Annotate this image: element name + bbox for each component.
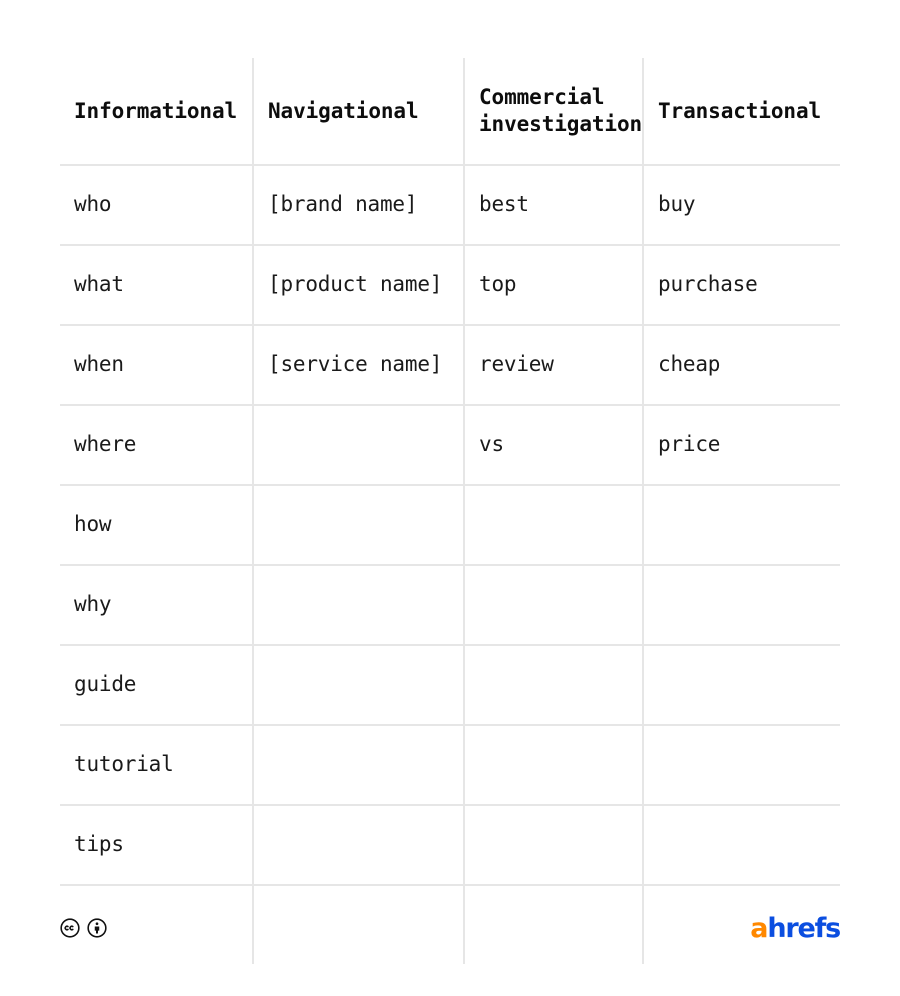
column-header-label: Navigational	[268, 98, 419, 123]
column-header-commercial-investigation: Commercial investigation	[464, 58, 644, 166]
table-body: who [brand name] best buy what [product …	[60, 165, 840, 964]
table-row: how	[60, 485, 840, 566]
cell-informational: what	[60, 245, 254, 326]
cell-navigational	[253, 565, 465, 646]
cell-transactional	[643, 805, 840, 886]
cell-informational: tips	[60, 805, 254, 886]
cell-text: [product name]	[268, 272, 443, 297]
cell-navigational	[253, 805, 465, 886]
cell-transactional: buy	[643, 165, 840, 246]
cell-transactional	[643, 485, 840, 566]
table-row: guide	[60, 645, 840, 726]
cell-commercial-investigation: top	[464, 245, 644, 326]
column-header-label: Informational	[74, 98, 238, 123]
column-header-label: Transactional	[658, 98, 822, 123]
table-row: tutorial	[60, 725, 840, 806]
column-header-informational: Informational	[60, 58, 254, 166]
creative-commons-by-icon	[87, 918, 107, 938]
cell-text: vs	[479, 432, 504, 457]
cell-commercial-investigation	[464, 645, 644, 726]
cell-informational: tutorial	[60, 725, 254, 806]
cell-commercial-investigation	[464, 725, 644, 806]
cell-informational: why	[60, 565, 254, 646]
ahrefs-logo-text: hrefs	[767, 912, 841, 944]
cell-text: why	[74, 592, 112, 617]
cell-text: when	[74, 352, 124, 377]
search-intent-table: Informational Navigational Commercial in…	[60, 58, 840, 964]
cell-commercial-investigation	[464, 805, 644, 886]
table-row: who [brand name] best buy	[60, 165, 840, 246]
cell-navigational: [service name]	[253, 325, 465, 406]
cell-transactional: cheap	[643, 325, 840, 406]
cell-text: guide	[74, 672, 137, 697]
table-row: why	[60, 565, 840, 646]
cell-transactional	[643, 645, 840, 726]
cell-text: top	[479, 272, 517, 297]
cell-text: buy	[658, 192, 696, 217]
cell-navigational	[253, 725, 465, 806]
table-row: where vs price	[60, 405, 840, 486]
cell-transactional: purchase	[643, 245, 840, 326]
cell-transactional	[643, 725, 840, 806]
cell-text: where	[74, 432, 137, 457]
ahrefs-logo[interactable]: a hrefs	[750, 912, 841, 944]
cell-commercial-investigation: vs	[464, 405, 644, 486]
cell-transactional: price	[643, 405, 840, 486]
column-header-navigational: Navigational	[253, 58, 465, 166]
table-row: what [product name] top purchase	[60, 245, 840, 326]
creative-commons-icon	[60, 918, 80, 938]
ahrefs-logo-accent: a	[750, 912, 768, 944]
cell-text: [service name]	[268, 352, 443, 377]
column-header-transactional: Transactional	[643, 58, 840, 166]
table-row: tips	[60, 805, 840, 886]
cell-commercial-investigation	[464, 565, 644, 646]
cell-commercial-investigation	[464, 485, 644, 566]
cell-text: review	[479, 352, 554, 377]
cell-text: cheap	[658, 352, 721, 377]
cell-navigational	[253, 405, 465, 486]
cell-commercial-investigation: review	[464, 325, 644, 406]
cell-informational: guide	[60, 645, 254, 726]
cell-text: who	[74, 192, 112, 217]
cell-navigational	[253, 485, 465, 566]
license-badges	[60, 918, 107, 938]
cell-navigational: [brand name]	[253, 165, 465, 246]
cell-commercial-investigation: best	[464, 165, 644, 246]
cell-text: best	[479, 192, 529, 217]
table-header: Informational Navigational Commercial in…	[60, 58, 840, 166]
cell-text: how	[74, 512, 112, 537]
cell-text: what	[74, 272, 124, 297]
cell-text: tips	[74, 832, 124, 857]
cell-informational: how	[60, 485, 254, 566]
cell-text: purchase	[658, 272, 758, 297]
cell-informational: where	[60, 405, 254, 486]
table-row: when [service name] review cheap	[60, 325, 840, 406]
column-header-label: Commercial investigation	[479, 85, 643, 136]
cell-text: tutorial	[74, 752, 174, 777]
footer: a hrefs	[60, 908, 841, 948]
cell-navigational: [product name]	[253, 245, 465, 326]
infographic-page: Informational Navigational Commercial in…	[0, 0, 900, 996]
cell-text: [brand name]	[268, 192, 418, 217]
cell-transactional	[643, 565, 840, 646]
cell-informational: who	[60, 165, 254, 246]
search-intent-table-container: Informational Navigational Commercial in…	[60, 58, 840, 964]
cell-navigational	[253, 645, 465, 726]
table-header-row: Informational Navigational Commercial in…	[60, 58, 840, 166]
cell-text: price	[658, 432, 721, 457]
cell-informational: when	[60, 325, 254, 406]
